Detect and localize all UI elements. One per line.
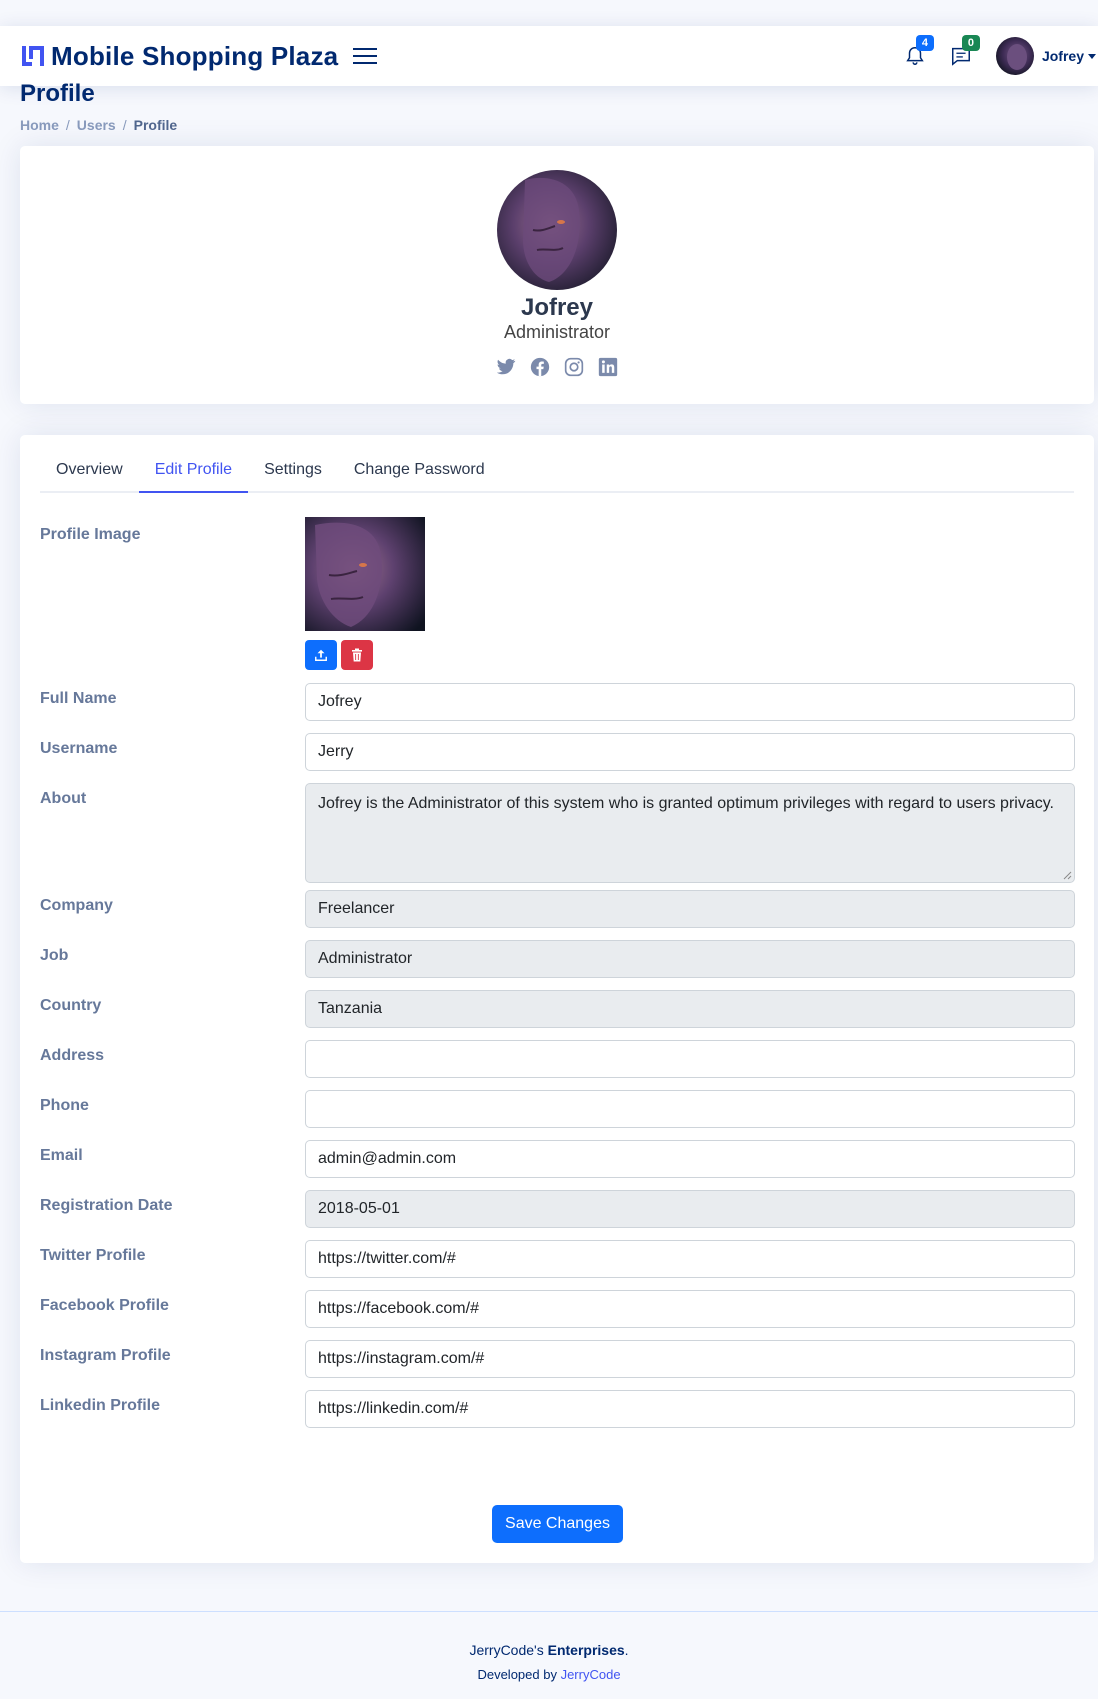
phone-label: Phone — [40, 1097, 89, 1114]
copyright: JerryCode's Enterprises. — [469, 1642, 629, 1658]
twitter-icon — [496, 358, 516, 375]
facebook-icon — [530, 357, 550, 377]
company-name: Enterprises — [547, 1642, 625, 1658]
user-menu[interactable]: Jofrey — [995, 37, 1096, 75]
breadcrumb-home[interactable]: Home — [20, 117, 59, 133]
tab-change-password[interactable]: Change Password — [338, 455, 501, 493]
footer: JerryCode's Enterprises. Developed by Je… — [0, 1611, 1098, 1699]
full-name-input[interactable]: Jofrey — [305, 683, 1075, 721]
breadcrumb: Home / Users / Profile — [20, 117, 178, 133]
facebook-profile-value: https://facebook.com/# — [318, 1300, 479, 1317]
country-value: Tanzania — [318, 1000, 383, 1017]
facebook-link[interactable] — [529, 356, 551, 378]
tab-settings[interactable]: Settings — [248, 455, 338, 493]
tab-edit-profile[interactable]: Edit Profile — [138, 455, 249, 493]
messages-badge: 0 — [961, 35, 980, 51]
top-header: Mobile Shopping Plaza 4 0 Jofrey — [0, 26, 1098, 86]
logo-mark-icon — [22, 46, 44, 66]
facebook-profile-input[interactable]: https://facebook.com/# — [305, 1290, 1075, 1328]
breadcrumb-current: Profile — [133, 117, 178, 133]
twitter-profile-value: https://twitter.com/# — [318, 1250, 456, 1267]
breadcrumb-users[interactable]: Users — [77, 117, 116, 133]
job-value: Administrator — [318, 950, 413, 967]
instagram-profile-input[interactable]: https://instagram.com/# — [305, 1340, 1075, 1378]
linkedin-profile-input[interactable]: https://linkedin.com/# — [305, 1390, 1075, 1428]
developer-link[interactable]: JerryCode — [561, 1667, 621, 1682]
instagram-profile-value: https://instagram.com/# — [318, 1350, 485, 1367]
twitter-link[interactable] — [495, 356, 517, 378]
country-input[interactable]: Tanzania — [305, 990, 1075, 1028]
linkedin-profile-value: https://linkedin.com/# — [318, 1400, 469, 1417]
credits: Developed by JerryCode — [477, 1667, 621, 1682]
username-input[interactable]: Jerry — [305, 733, 1075, 771]
twitter-profile-input[interactable]: https://twitter.com/# — [305, 1240, 1075, 1278]
facebook-profile-label: Facebook Profile — [40, 1297, 169, 1314]
notifications-badge: 4 — [915, 35, 934, 51]
email-value: admin@admin.com — [318, 1150, 457, 1167]
page-title-section: Profile Home / Users / Profile — [20, 80, 177, 133]
about-label: About — [40, 790, 87, 807]
logo[interactable]: Mobile Shopping Plaza — [20, 41, 338, 72]
about-textarea[interactable]: Jofrey is the Administrator of this syst… — [305, 783, 1075, 883]
profile-image-preview — [305, 517, 425, 631]
company-input[interactable]: Freelancer — [305, 890, 1075, 928]
address-label: Address — [40, 1047, 105, 1064]
profile-image-label: Profile Image — [40, 526, 141, 543]
profile-avatar — [497, 170, 617, 290]
country-label: Country — [40, 997, 102, 1014]
company-value: Freelancer — [318, 900, 395, 917]
chevron-down-icon — [1088, 53, 1096, 59]
profile-card: Jofrey Administrator — [20, 146, 1094, 404]
job-label: Job — [40, 947, 69, 964]
email-input[interactable]: admin@admin.com — [305, 1140, 1075, 1178]
full-name-value: Jofrey — [318, 693, 362, 710]
edit-profile-card: Overview Edit Profile Settings Change Pa… — [20, 435, 1094, 1563]
email-label: Email — [40, 1147, 83, 1164]
messages-button[interactable]: 0 — [946, 35, 980, 71]
instagram-link[interactable] — [563, 356, 585, 378]
resize-grip-icon[interactable] — [1062, 870, 1072, 880]
linkedin-profile-label: Linkedin Profile — [40, 1397, 161, 1414]
username-value: Jerry — [318, 743, 354, 760]
linkedin-icon — [598, 357, 618, 377]
job-input[interactable]: Administrator — [305, 940, 1075, 978]
social-links — [20, 356, 1094, 378]
notifications-button[interactable]: 4 — [900, 35, 934, 71]
delete-image-button[interactable] — [341, 640, 373, 670]
about-value: Jofrey is the Administrator of this syst… — [318, 795, 1054, 812]
trash-icon — [352, 648, 362, 662]
twitter-profile-label: Twitter Profile — [40, 1247, 146, 1264]
upload-image-button[interactable] — [305, 640, 337, 670]
instagram-icon — [564, 357, 584, 377]
page-title: Profile — [20, 80, 95, 107]
registration-date-value: 2018-05-01 — [318, 1200, 400, 1217]
tab-overview[interactable]: Overview — [40, 455, 139, 493]
full-name-label: Full Name — [40, 690, 117, 707]
toggle-sidebar-icon[interactable] — [352, 45, 378, 67]
avatar — [995, 37, 1034, 75]
user-name: Jofrey — [1041, 48, 1084, 64]
registration-date-label: Registration Date — [40, 1197, 173, 1214]
phone-input[interactable] — [305, 1090, 1075, 1128]
company-label: Company — [40, 897, 113, 914]
profile-role: Administrator — [503, 322, 611, 342]
registration-date-input[interactable]: 2018-05-01 — [305, 1190, 1075, 1228]
profile-tabs: Overview Edit Profile Settings Change Pa… — [40, 455, 1074, 493]
upload-icon — [315, 649, 327, 661]
instagram-profile-label: Instagram Profile — [40, 1347, 171, 1364]
address-input[interactable] — [305, 1040, 1075, 1078]
profile-name: Jofrey — [520, 294, 594, 321]
save-changes-button[interactable]: Save Changes — [492, 1505, 623, 1543]
linkedin-link[interactable] — [597, 356, 619, 378]
username-label: Username — [40, 740, 118, 757]
brand-name: Mobile Shopping Plaza — [51, 40, 339, 71]
